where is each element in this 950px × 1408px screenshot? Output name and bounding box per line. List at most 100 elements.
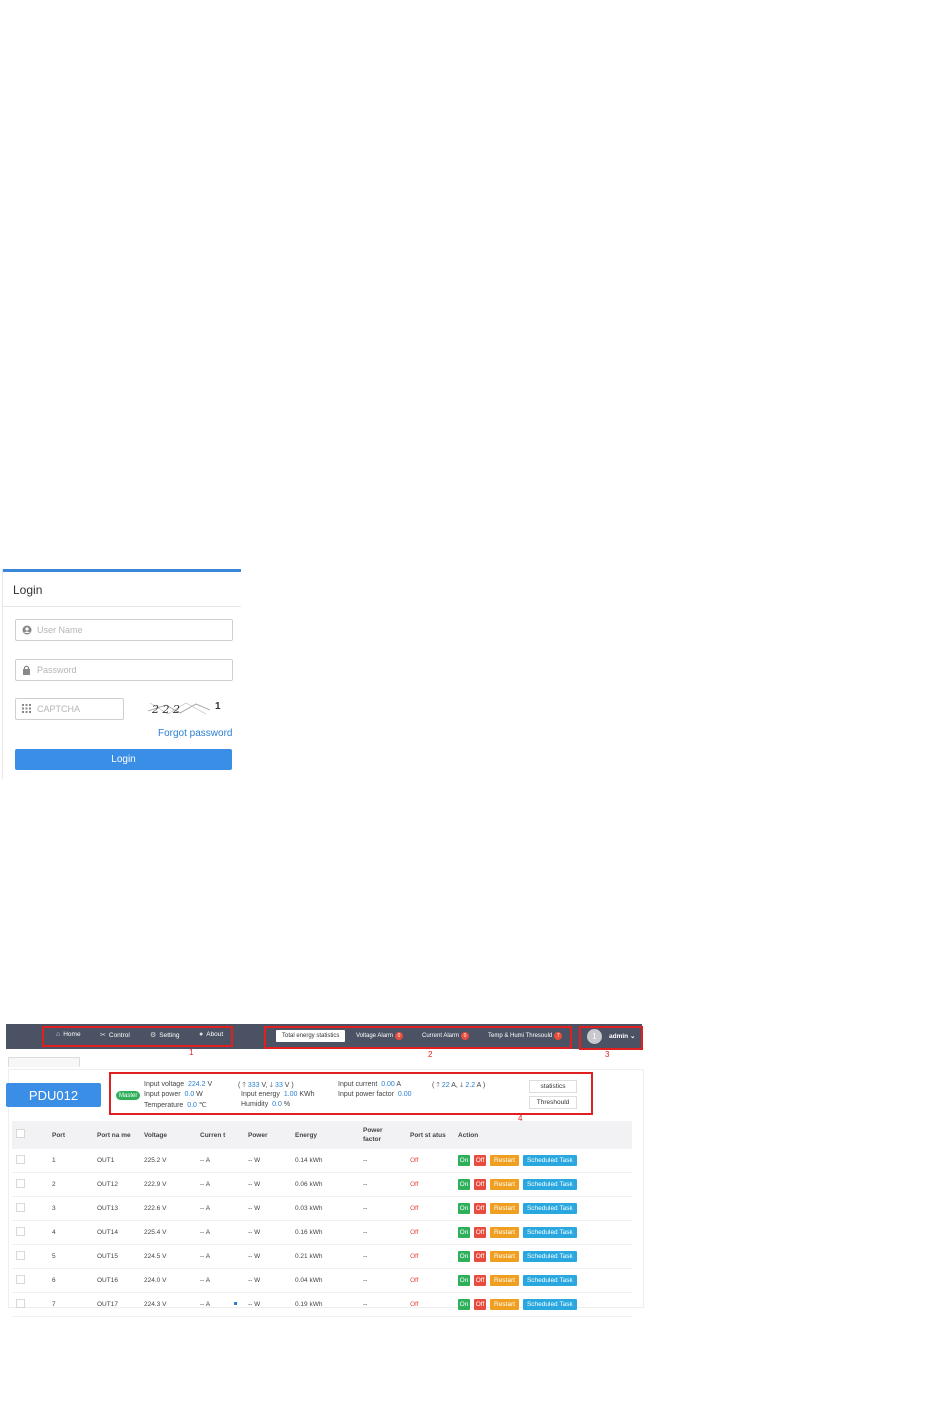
energy-cell: 0.04 kWh bbox=[291, 1268, 359, 1293]
table-row: 5 OUT15 224.5 V -- A -- W 0.21 kWh -- Off On Off R… bbox=[12, 1244, 632, 1269]
power-factor-cell: -- bbox=[359, 1196, 406, 1221]
user-icon bbox=[21, 624, 32, 635]
port-name-cell: OUT15 bbox=[93, 1244, 140, 1269]
on-button[interactable]: On bbox=[458, 1179, 470, 1190]
off-button[interactable]: Off bbox=[474, 1251, 486, 1262]
port-status-cell: Off bbox=[406, 1220, 454, 1245]
row-checkbox[interactable] bbox=[16, 1179, 25, 1188]
stat-value: 224.2 bbox=[187, 1081, 206, 1088]
grid-icon bbox=[21, 703, 32, 714]
off-button[interactable]: Off bbox=[474, 1227, 486, 1238]
restart-button[interactable]: Restart bbox=[490, 1299, 519, 1310]
stat-value: 0.0 bbox=[187, 1102, 197, 1109]
row-checkbox[interactable] bbox=[16, 1299, 25, 1308]
scheduled-task-button[interactable]: Scheduled Task bbox=[522, 1203, 577, 1214]
scroll-indicator bbox=[234, 1302, 237, 1305]
lock-icon bbox=[21, 664, 32, 675]
on-button[interactable]: On bbox=[458, 1227, 470, 1238]
port-status-cell: Off bbox=[406, 1268, 454, 1293]
col-energy: Energy bbox=[291, 1121, 359, 1149]
port-cell: 6 bbox=[48, 1268, 93, 1293]
off-button[interactable]: Off bbox=[474, 1179, 486, 1190]
row-checkbox[interactable] bbox=[16, 1275, 25, 1284]
restart-button[interactable]: Restart bbox=[490, 1275, 519, 1286]
off-button[interactable]: Off bbox=[474, 1275, 486, 1286]
temperature-stat: Temperature 0.0 ℃ bbox=[144, 1101, 207, 1109]
stat-label: Humidity bbox=[241, 1101, 269, 1108]
voltage-down-value: 33 bbox=[275, 1082, 283, 1089]
captcha-extra-digit: 1 bbox=[215, 701, 221, 712]
current-cell: -- A bbox=[196, 1268, 244, 1293]
current-range-stat: ( 🡑 22 A, 🡓 2.2 A ) bbox=[432, 1082, 486, 1089]
row-checkbox[interactable] bbox=[16, 1251, 25, 1260]
arrow-down-icon: 🡓 bbox=[269, 1082, 274, 1089]
voltage-cell: 224.5 V bbox=[140, 1244, 196, 1269]
range-close: V ) bbox=[284, 1082, 294, 1089]
login-top-bar bbox=[3, 569, 241, 572]
username-input[interactable] bbox=[37, 622, 217, 637]
select-all-checkbox[interactable] bbox=[16, 1129, 25, 1138]
stat-label: Input voltage bbox=[144, 1081, 185, 1088]
restart-button[interactable]: Restart bbox=[490, 1203, 519, 1214]
off-button[interactable]: Off bbox=[474, 1299, 486, 1310]
port-cell: 1 bbox=[48, 1149, 93, 1173]
scheduled-task-button[interactable]: Scheduled Task bbox=[522, 1299, 577, 1310]
scheduled-task-button[interactable]: Scheduled Task bbox=[522, 1179, 577, 1190]
username-field[interactable] bbox=[15, 619, 233, 641]
captcha-input[interactable] bbox=[37, 701, 117, 716]
select-cell bbox=[12, 1292, 48, 1317]
select-cell bbox=[12, 1196, 48, 1221]
table-row: 6 OUT16 224.0 V -- A -- W 0.04 kWh -- Off On Off R… bbox=[12, 1268, 632, 1293]
stat-unit: A bbox=[396, 1081, 402, 1088]
restart-button[interactable]: Restart bbox=[490, 1227, 519, 1238]
voltage-up-value: 333 bbox=[247, 1082, 260, 1089]
device-name-button[interactable]: PDU012 bbox=[6, 1083, 101, 1107]
row-checkbox[interactable] bbox=[16, 1155, 25, 1164]
sub-tab[interactable] bbox=[8, 1057, 80, 1067]
stat-label: Input power factor bbox=[338, 1091, 395, 1098]
annotation-label-1: 1 bbox=[189, 1048, 194, 1057]
port-status-cell: Off bbox=[406, 1172, 454, 1197]
on-button[interactable]: On bbox=[458, 1299, 470, 1310]
statistics-button[interactable]: statistics bbox=[529, 1080, 577, 1093]
login-button[interactable]: Login bbox=[15, 749, 232, 770]
on-button[interactable]: On bbox=[458, 1275, 470, 1286]
annotation-label-3: 3 bbox=[605, 1050, 610, 1059]
range-open: ( bbox=[238, 1082, 241, 1089]
row-checkbox[interactable] bbox=[16, 1227, 25, 1236]
stat-unit: KWh bbox=[299, 1091, 315, 1098]
stat-unit: ℃ bbox=[198, 1102, 207, 1109]
power-cell: -- W bbox=[244, 1244, 291, 1269]
annotation-box-2 bbox=[264, 1026, 572, 1049]
off-button[interactable]: Off bbox=[474, 1203, 486, 1214]
col-power: Power bbox=[244, 1121, 291, 1149]
restart-button[interactable]: Restart bbox=[490, 1155, 519, 1166]
port-cell: 7 bbox=[48, 1292, 93, 1317]
stat-unit: % bbox=[283, 1101, 291, 1108]
threshold-button[interactable]: Threshould bbox=[529, 1096, 577, 1109]
scheduled-task-button[interactable]: Scheduled Task bbox=[522, 1155, 577, 1166]
captcha-image[interactable]: 2 2 2 bbox=[146, 699, 212, 717]
scheduled-task-button[interactable]: Scheduled Task bbox=[522, 1227, 577, 1238]
scheduled-task-button[interactable]: Scheduled Task bbox=[522, 1251, 577, 1262]
on-button[interactable]: On bbox=[458, 1203, 470, 1214]
voltage-cell: 222.6 V bbox=[140, 1196, 196, 1221]
restart-button[interactable]: Restart bbox=[490, 1179, 519, 1190]
on-button[interactable]: On bbox=[458, 1155, 470, 1166]
port-status-cell: Off bbox=[406, 1292, 454, 1317]
captcha-field[interactable] bbox=[15, 698, 124, 720]
row-checkbox[interactable] bbox=[16, 1203, 25, 1212]
restart-button[interactable]: Restart bbox=[490, 1251, 519, 1262]
off-button[interactable]: Off bbox=[474, 1155, 486, 1166]
forgot-password-link[interactable]: Forgot password bbox=[158, 728, 232, 739]
on-button[interactable]: On bbox=[458, 1251, 470, 1262]
scheduled-task-button[interactable]: Scheduled Task bbox=[522, 1275, 577, 1286]
col-power-factor: Power factor bbox=[359, 1121, 406, 1149]
col-action: Action bbox=[454, 1121, 632, 1149]
port-cell: 5 bbox=[48, 1244, 93, 1269]
action-cell: On Off Restart Scheduled Task bbox=[454, 1268, 632, 1293]
voltage-cell: 225.2 V bbox=[140, 1149, 196, 1173]
password-field[interactable] bbox=[15, 659, 233, 681]
password-input[interactable] bbox=[37, 662, 217, 677]
voltage-cell: 222.9 V bbox=[140, 1172, 196, 1197]
